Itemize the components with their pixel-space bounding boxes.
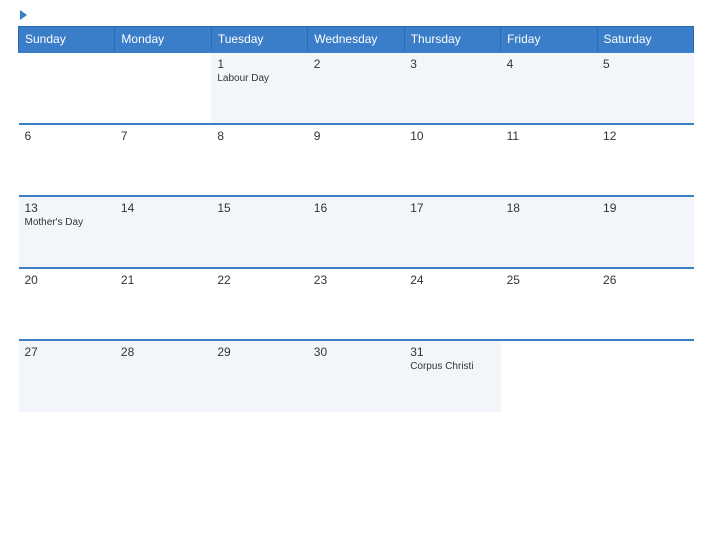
header xyxy=(18,10,694,20)
day-number: 6 xyxy=(25,129,109,143)
day-number: 4 xyxy=(507,57,591,71)
calendar-cell: 1 Labour Day xyxy=(211,52,307,124)
day-number: 11 xyxy=(507,129,591,143)
weekday-header-cell: Sunday xyxy=(19,27,115,53)
calendar-cell: 31 Corpus Christi xyxy=(404,340,500,412)
day-number: 2 xyxy=(314,57,398,71)
calendar-cell: 9 xyxy=(308,124,404,196)
calendar-cell xyxy=(597,340,693,412)
calendar-cell: 18 xyxy=(501,196,597,268)
day-number: 18 xyxy=(507,201,591,215)
calendar-cell: 10 xyxy=(404,124,500,196)
weekday-header-cell: Thursday xyxy=(404,27,500,53)
calendar-cell: 28 xyxy=(115,340,211,412)
day-number: 28 xyxy=(121,345,205,359)
day-number: 8 xyxy=(217,129,301,143)
calendar-cell: 8 xyxy=(211,124,307,196)
holiday-label: Labour Day xyxy=(217,73,301,84)
day-number: 30 xyxy=(314,345,398,359)
calendar-page: SundayMondayTuesdayWednesdayThursdayFrid… xyxy=(0,0,712,550)
calendar-cell: 21 xyxy=(115,268,211,340)
calendar-cell: 29 xyxy=(211,340,307,412)
day-number: 15 xyxy=(217,201,301,215)
day-number: 5 xyxy=(603,57,687,71)
day-number: 1 xyxy=(217,57,301,71)
day-number: 20 xyxy=(25,273,109,287)
day-number: 17 xyxy=(410,201,494,215)
day-number: 3 xyxy=(410,57,494,71)
calendar-cell xyxy=(115,52,211,124)
calendar-cell: 13 Mother's Day xyxy=(19,196,115,268)
calendar-cell: 26 xyxy=(597,268,693,340)
day-number: 9 xyxy=(314,129,398,143)
day-number: 10 xyxy=(410,129,494,143)
day-number: 23 xyxy=(314,273,398,287)
calendar-cell: 24 xyxy=(404,268,500,340)
calendar-week-row: 20 21 22 23 24 25 26 xyxy=(19,268,694,340)
weekday-header-cell: Monday xyxy=(115,27,211,53)
day-number: 19 xyxy=(603,201,687,215)
calendar-table: SundayMondayTuesdayWednesdayThursdayFrid… xyxy=(18,26,694,412)
logo-triangle-icon xyxy=(20,10,27,20)
weekday-header-cell: Wednesday xyxy=(308,27,404,53)
weekday-header-row: SundayMondayTuesdayWednesdayThursdayFrid… xyxy=(19,27,694,53)
calendar-cell: 22 xyxy=(211,268,307,340)
calendar-cell: 25 xyxy=(501,268,597,340)
calendar-cell: 15 xyxy=(211,196,307,268)
day-number: 12 xyxy=(603,129,687,143)
calendar-cell xyxy=(501,340,597,412)
calendar-week-row: 27 28 29 30 31 Corpus Christi xyxy=(19,340,694,412)
calendar-cell: 7 xyxy=(115,124,211,196)
calendar-cell: 14 xyxy=(115,196,211,268)
calendar-cell: 6 xyxy=(19,124,115,196)
day-number: 24 xyxy=(410,273,494,287)
logo xyxy=(18,10,27,20)
holiday-label: Corpus Christi xyxy=(410,361,494,372)
calendar-cell: 19 xyxy=(597,196,693,268)
calendar-cell: 2 xyxy=(308,52,404,124)
day-number: 26 xyxy=(603,273,687,287)
calendar-week-row: 6789 10 11 12 xyxy=(19,124,694,196)
calendar-cell: 5 xyxy=(597,52,693,124)
weekday-header-cell: Tuesday xyxy=(211,27,307,53)
day-number: 25 xyxy=(507,273,591,287)
weekday-header-cell: Friday xyxy=(501,27,597,53)
calendar-cell: 27 xyxy=(19,340,115,412)
holiday-label: Mother's Day xyxy=(25,217,109,228)
weekday-header-cell: Saturday xyxy=(597,27,693,53)
calendar-cell: 16 xyxy=(308,196,404,268)
calendar-cell: 23 xyxy=(308,268,404,340)
day-number: 31 xyxy=(410,345,494,359)
day-number: 21 xyxy=(121,273,205,287)
calendar-cell: 3 xyxy=(404,52,500,124)
day-number: 22 xyxy=(217,273,301,287)
calendar-cell: 11 xyxy=(501,124,597,196)
day-number: 16 xyxy=(314,201,398,215)
day-number: 7 xyxy=(121,129,205,143)
calendar-cell: 4 xyxy=(501,52,597,124)
calendar-cell: 17 xyxy=(404,196,500,268)
day-number: 27 xyxy=(25,345,109,359)
calendar-cell: 20 xyxy=(19,268,115,340)
calendar-week-row: 1 Labour Day 2345 xyxy=(19,52,694,124)
logo-blue-text xyxy=(18,10,27,20)
calendar-week-row: 13 Mother's Day 14 15 16 17 18 19 xyxy=(19,196,694,268)
day-number: 14 xyxy=(121,201,205,215)
calendar-cell: 12 xyxy=(597,124,693,196)
calendar-cell: 30 xyxy=(308,340,404,412)
calendar-cell xyxy=(19,52,115,124)
day-number: 29 xyxy=(217,345,301,359)
day-number: 13 xyxy=(25,201,109,215)
